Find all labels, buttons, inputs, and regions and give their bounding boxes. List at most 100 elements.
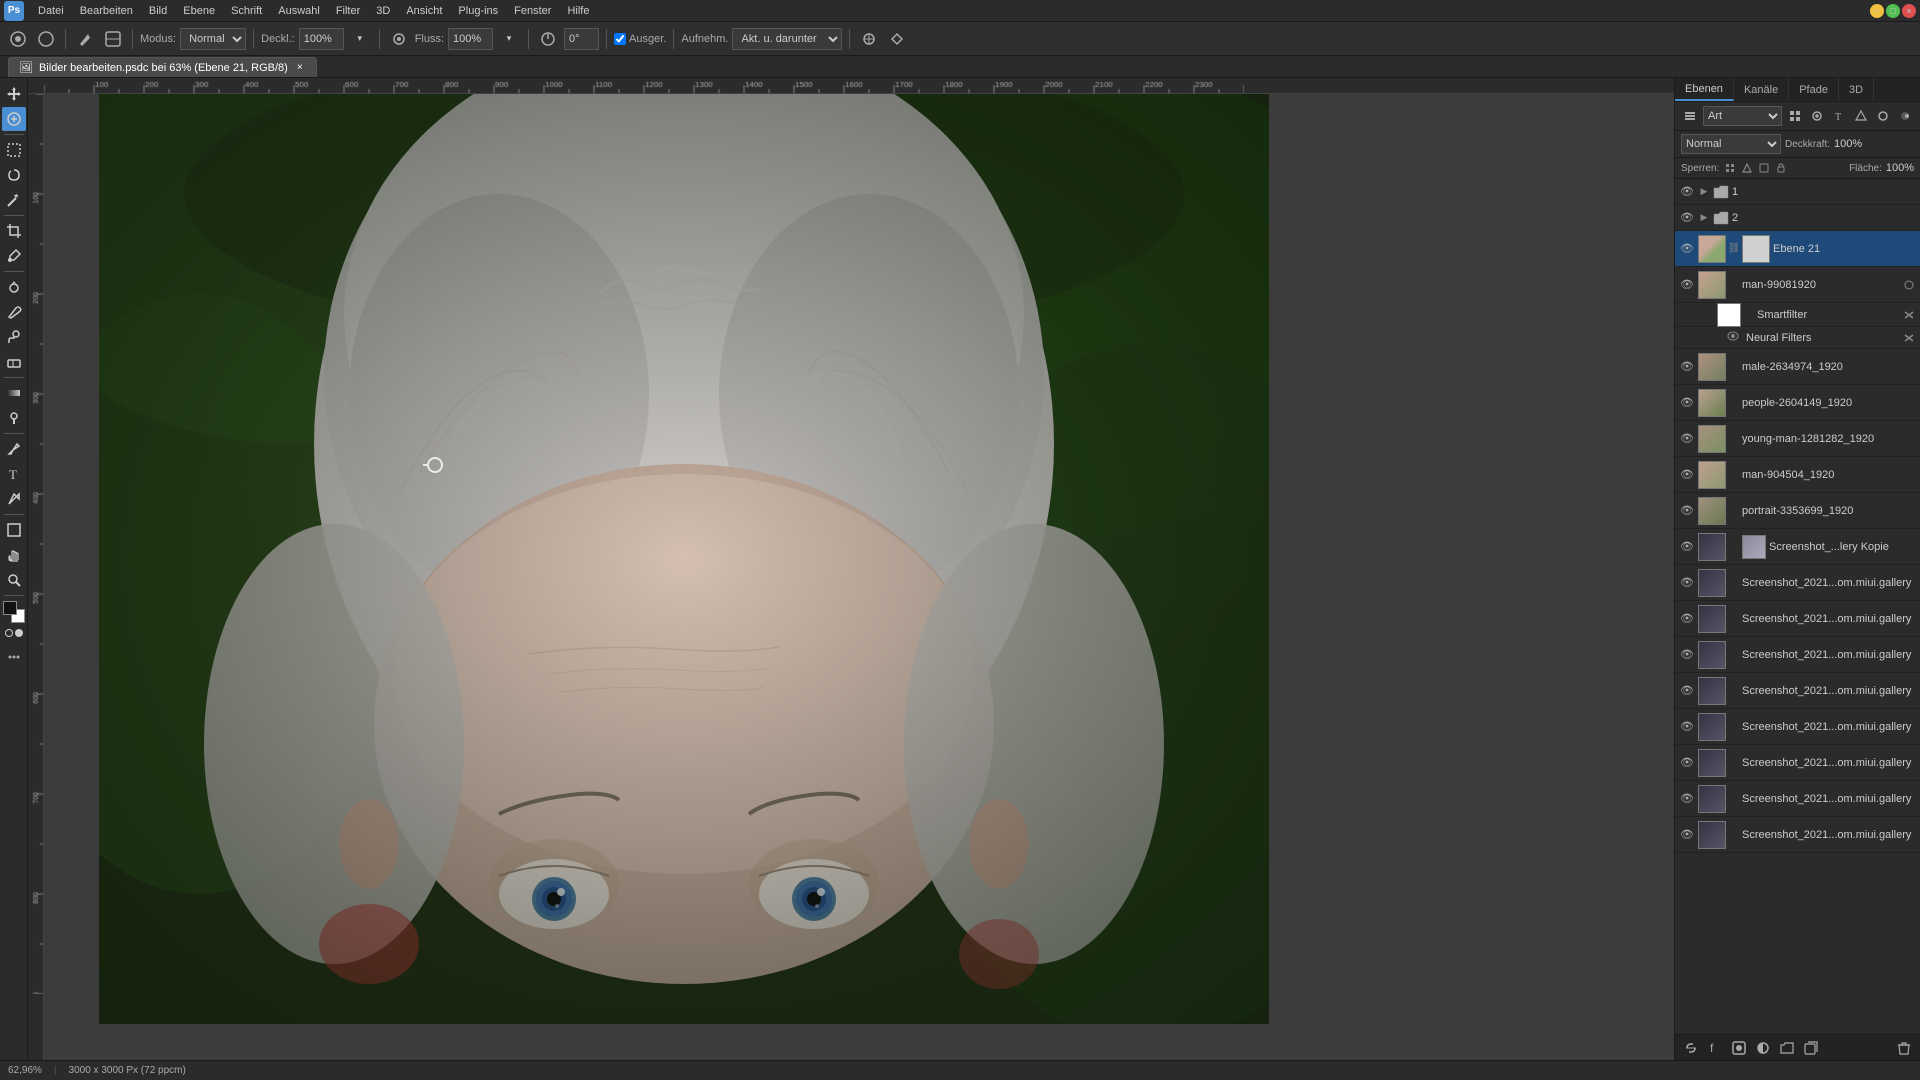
menu-3d[interactable]: 3D xyxy=(368,3,398,19)
smart-filter-icon[interactable] xyxy=(1874,107,1892,125)
tool-heal[interactable] xyxy=(2,107,26,131)
quick-mask-btn[interactable] xyxy=(15,629,23,637)
neural-toggle[interactable] xyxy=(1902,331,1916,345)
tool-text[interactable]: T xyxy=(2,462,26,486)
visibility-ss2021b[interactable]: 👁 xyxy=(1679,611,1695,627)
layer-group-1[interactable]: 👁 ▶ 1 xyxy=(1675,179,1920,205)
layer-youngman[interactable]: 👁 young-man-1281282_1920 xyxy=(1675,421,1920,457)
lock-position-icon[interactable] xyxy=(1740,161,1754,175)
fluss-arrow[interactable]: ▾ xyxy=(497,27,521,51)
document-tab-close[interactable]: × xyxy=(294,62,306,74)
tool-shape[interactable] xyxy=(2,518,26,542)
adjustment-filter-icon[interactable] xyxy=(1808,107,1826,125)
neural-filters-row[interactable]: Neural Filters xyxy=(1675,327,1920,349)
visibility-man99[interactable]: 👁 xyxy=(1679,277,1695,293)
tool-eraser[interactable] xyxy=(2,350,26,374)
filter-toggle-icon[interactable] xyxy=(1896,107,1914,125)
layer-man99[interactable]: 👁 man-99081920 xyxy=(1675,267,1920,303)
filter-type-icon[interactable] xyxy=(1681,107,1699,125)
tool-dodge[interactable] xyxy=(2,406,26,430)
maximize-button[interactable]: □ xyxy=(1886,4,1900,18)
tab-ebenen[interactable]: Ebenen xyxy=(1675,78,1734,101)
layer-screenshot-kope[interactable]: 👁 Screenshot_...lery Kopie xyxy=(1675,529,1920,565)
tool-hand[interactable] xyxy=(2,543,26,567)
lock-all-icon[interactable] xyxy=(1774,161,1788,175)
modus-select[interactable]: Normal xyxy=(180,28,246,50)
tool-stamp[interactable] xyxy=(2,325,26,349)
menu-schrift[interactable]: Schrift xyxy=(223,3,270,19)
smartfilter-toggle[interactable] xyxy=(1902,308,1916,322)
visibility-group1[interactable]: 👁 xyxy=(1679,184,1695,200)
new-layer-btn[interactable] xyxy=(1801,1038,1821,1058)
visibility-people2604[interactable]: 👁 xyxy=(1679,395,1695,411)
visibility-male2634[interactable]: 👁 xyxy=(1679,359,1695,375)
visibility-ss2021e[interactable]: 👁 xyxy=(1679,719,1695,735)
menu-auswahl[interactable]: Auswahl xyxy=(270,3,328,19)
document-tab[interactable]: 🖼 Bilder bearbeiten.psdc bei 63% (Ebene … xyxy=(8,57,317,77)
tool-preset-btn[interactable] xyxy=(6,27,30,51)
tool-arrow[interactable] xyxy=(2,487,26,511)
shape-filter-icon[interactable] xyxy=(1852,107,1870,125)
angle-btn[interactable] xyxy=(536,27,560,51)
layer-screenshot2021c[interactable]: 👁 Screenshot_2021...om.miui.gallery xyxy=(1675,637,1920,673)
ausger-checkbox[interactable] xyxy=(614,33,626,45)
layer-screenshot2021h[interactable]: 👁 Screenshot_2021...om.miui.gallery xyxy=(1675,817,1920,853)
expand-group2[interactable]: ▶ xyxy=(1698,212,1710,224)
menu-filter[interactable]: Filter xyxy=(328,3,368,19)
layer-screenshot2021e[interactable]: 👁 Screenshot_2021...om.miui.gallery xyxy=(1675,709,1920,745)
visibility-ss2021f[interactable]: 👁 xyxy=(1679,755,1695,771)
tool-more[interactable] xyxy=(2,645,26,669)
blend-mode-select[interactable]: Normal xyxy=(1681,134,1781,154)
layer-male2634[interactable]: 👁 male-2634974_1920 xyxy=(1675,349,1920,385)
text-filter-icon[interactable]: T xyxy=(1830,107,1848,125)
brush-tip-btn[interactable] xyxy=(73,27,97,51)
tool-marquee[interactable] xyxy=(2,138,26,162)
deckung-arrow[interactable]: ▾ xyxy=(348,27,372,51)
tab-pfade[interactable]: Pfade xyxy=(1789,78,1839,101)
foreground-color[interactable] xyxy=(3,601,25,623)
menu-bild[interactable]: Bild xyxy=(141,3,175,19)
visibility-ss2021a[interactable]: 👁 xyxy=(1679,575,1695,591)
extra-icon-man99[interactable] xyxy=(1902,278,1916,292)
visibility-man9045[interactable]: 👁 xyxy=(1679,467,1695,483)
standard-mode-btn[interactable] xyxy=(5,629,13,637)
layer-screenshot2021f[interactable]: 👁 Screenshot_2021...om.miui.gallery xyxy=(1675,745,1920,781)
menu-ebene[interactable]: Ebene xyxy=(175,3,223,19)
lock-pixels-icon[interactable] xyxy=(1723,161,1737,175)
tool-move[interactable] xyxy=(2,82,26,106)
layer-screenshot2021b[interactable]: 👁 Screenshot_2021...om.miui.gallery xyxy=(1675,601,1920,637)
layer-screenshot2021d[interactable]: 👁 Screenshot_2021...om.miui.gallery xyxy=(1675,673,1920,709)
visibility-ss2021h[interactable]: 👁 xyxy=(1679,827,1695,843)
pixel-filter-icon[interactable] xyxy=(1786,107,1804,125)
menu-fenster[interactable]: Fenster xyxy=(506,3,559,19)
menu-datei[interactable]: Datei xyxy=(30,3,72,19)
tool-wand[interactable] xyxy=(2,188,26,212)
add-mask-btn[interactable] xyxy=(1729,1038,1749,1058)
visibility-ss2021g[interactable]: 👁 xyxy=(1679,791,1695,807)
new-group-btn[interactable] xyxy=(1777,1038,1797,1058)
tab-3d[interactable]: 3D xyxy=(1839,78,1874,101)
angle-input[interactable] xyxy=(564,28,599,50)
layer-screenshot2021a[interactable]: 👁 Screenshot_2021...om.miui.gallery xyxy=(1675,565,1920,601)
layer-screenshot2021g[interactable]: 👁 Screenshot_2021...om.miui.gallery xyxy=(1675,781,1920,817)
tab-kanaele[interactable]: Kanäle xyxy=(1734,78,1789,101)
brush-preset-btn[interactable] xyxy=(34,27,58,51)
airbrush-btn[interactable] xyxy=(387,27,411,51)
fluss-input[interactable] xyxy=(448,28,493,50)
tool-spotfill[interactable] xyxy=(2,275,26,299)
photo-canvas[interactable] xyxy=(99,94,1269,1024)
visibility-youngman[interactable]: 👁 xyxy=(1679,431,1695,447)
deckung-input[interactable] xyxy=(299,28,344,50)
tool-brush[interactable] xyxy=(2,300,26,324)
visibility-ebene21[interactable]: 👁 xyxy=(1679,241,1695,257)
brush-mode-btn[interactable] xyxy=(101,27,125,51)
smartfilter-row[interactable]: Smartfilter xyxy=(1675,303,1920,327)
visibility-ss2021c[interactable]: 👁 xyxy=(1679,647,1695,663)
menu-bearbeiten[interactable]: Bearbeiten xyxy=(72,3,141,19)
filter-kind-select[interactable]: Art xyxy=(1703,106,1782,126)
close-button[interactable]: × xyxy=(1902,4,1916,18)
layer-ebene21[interactable]: 👁 ⛓ Ebene 21 xyxy=(1675,231,1920,267)
delete-layer-btn[interactable] xyxy=(1894,1038,1914,1058)
canvas-area[interactable] xyxy=(44,94,1674,1060)
visibility-portrait[interactable]: 👁 xyxy=(1679,503,1695,519)
